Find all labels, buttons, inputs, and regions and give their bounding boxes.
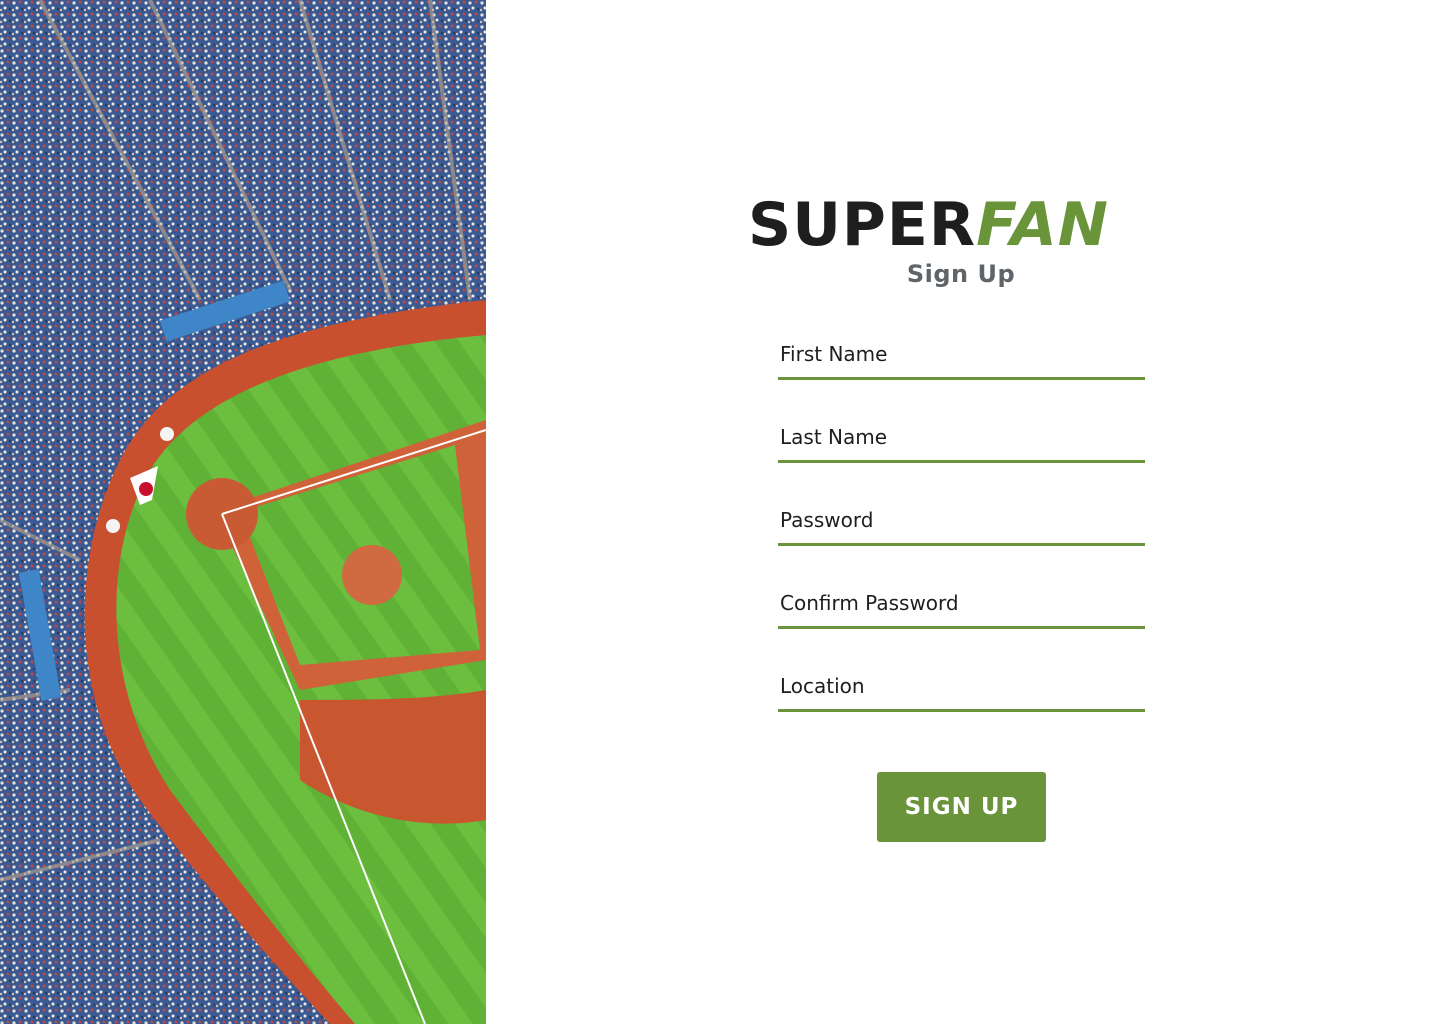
password-field [778, 502, 1145, 546]
logo-text-super: SUPER [748, 190, 977, 260]
location-input[interactable] [778, 668, 1145, 709]
last-name-input[interactable] [778, 419, 1145, 460]
superfan-logo: SUPERFAN [748, 190, 1168, 260]
location-field [778, 668, 1145, 712]
confirm-password-input[interactable] [778, 585, 1145, 626]
signup-panel: SUPERFAN Sign Up SIGN UP [486, 0, 1440, 1024]
password-input[interactable] [778, 502, 1145, 543]
first-name-field [778, 336, 1145, 380]
last-name-field [778, 419, 1145, 463]
stadium-illustration [0, 0, 486, 1024]
sign-up-button[interactable]: SIGN UP [877, 772, 1046, 842]
page-title: Sign Up [906, 260, 1016, 288]
first-name-input[interactable] [778, 336, 1145, 377]
stadium-hero-image [0, 0, 486, 1024]
confirm-password-field [778, 585, 1145, 629]
logo-text-fan: FAN [976, 190, 1110, 260]
